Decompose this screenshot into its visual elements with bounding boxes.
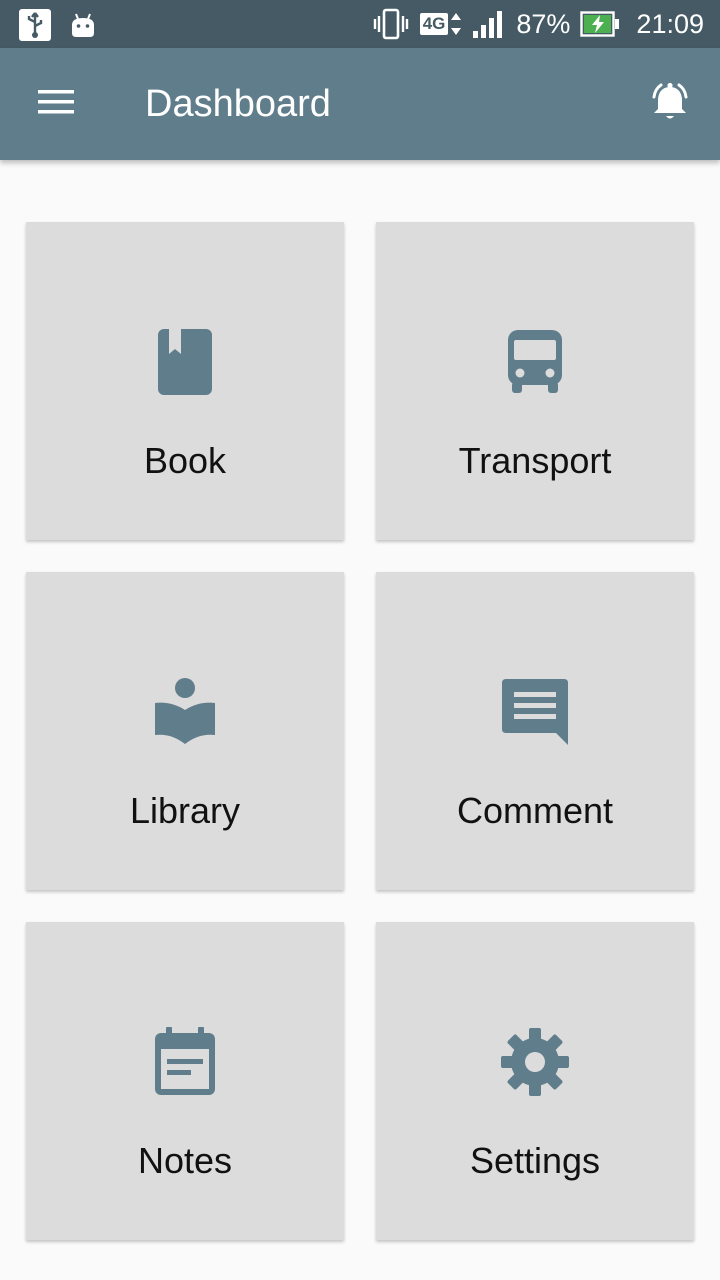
dashboard-grid: Book Transport Library Comment Notes Set… (26, 222, 694, 1240)
tile-library[interactable]: Library (26, 572, 344, 890)
status-bar: 4G 87% 21:09 (0, 0, 720, 48)
tile-label: Comment (456, 790, 614, 831)
tile-notes[interactable]: Notes (26, 922, 344, 1240)
tile-settings[interactable]: Settings (376, 922, 694, 1240)
page-title: Dashboard (145, 83, 331, 125)
library-icon (26, 672, 344, 752)
hamburger-menu-icon (37, 88, 75, 121)
tile-transport[interactable]: Transport (376, 222, 694, 540)
bus-icon (376, 322, 694, 402)
tile-book[interactable]: Book (26, 222, 344, 540)
tile-label: Transport (458, 440, 612, 481)
tile-label: Book (143, 440, 227, 481)
tile-label: Library (129, 790, 241, 831)
vibrate-icon (372, 8, 410, 40)
menu-button[interactable] (26, 78, 86, 130)
usb-icon (18, 8, 52, 42)
notifications-button[interactable] (642, 76, 698, 132)
app-bar: Dashboard (0, 48, 720, 160)
signal-icon (472, 9, 506, 39)
tile-label: Notes (137, 1140, 233, 1181)
calendar-note-icon (26, 1022, 344, 1102)
battery-percent: 87% (516, 8, 571, 39)
gear-icon (376, 1022, 694, 1102)
network-type-icon: 4G (419, 11, 463, 37)
tile-comment[interactable]: Comment (376, 572, 694, 890)
battery-charging-icon (580, 10, 620, 38)
comment-icon (376, 672, 694, 752)
clock-time: 21:09 (636, 8, 704, 39)
network-type-label: 4G (419, 13, 449, 35)
book-icon (26, 322, 344, 402)
bell-ringing-icon (647, 79, 693, 130)
android-debug-icon (70, 11, 96, 39)
tile-label: Settings (469, 1140, 601, 1181)
